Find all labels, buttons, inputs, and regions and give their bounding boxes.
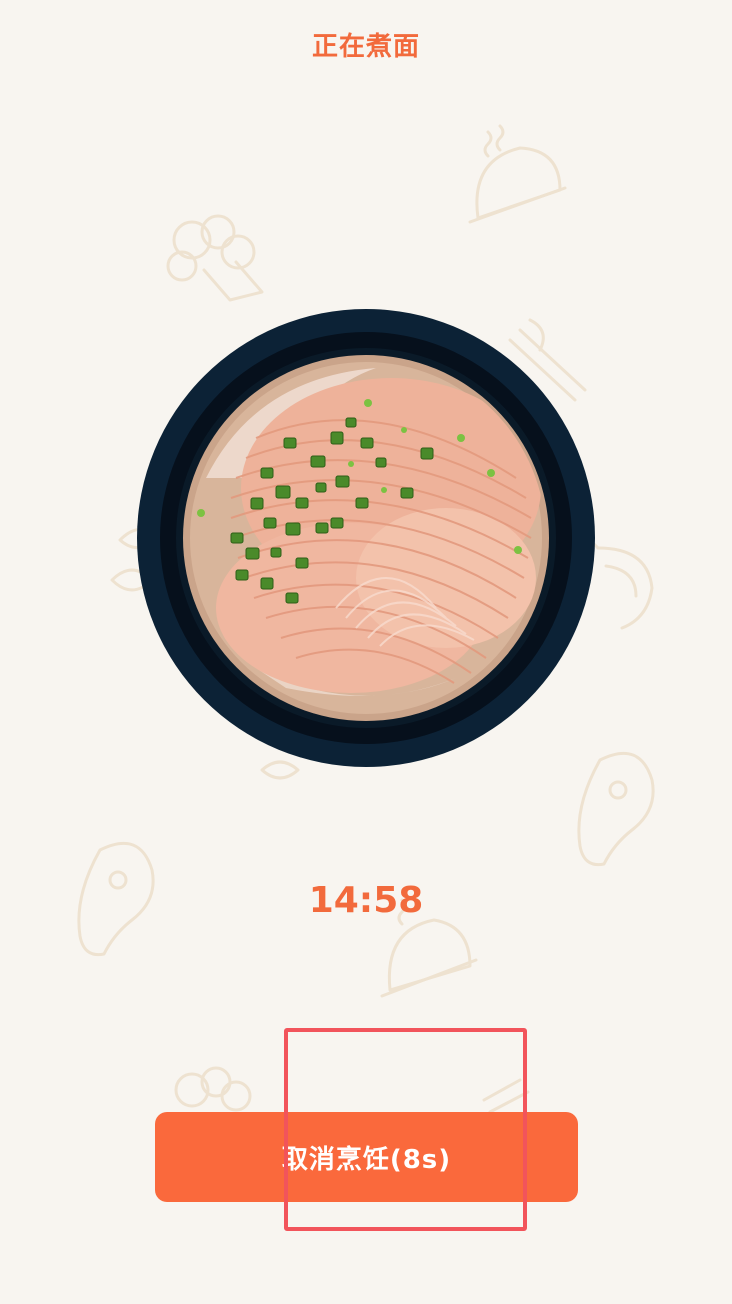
broccoli-icon [174,1066,252,1112]
broccoli-icon [166,214,264,302]
cloche-icon [468,124,567,224]
cancel-cooking-button[interactable]: 取消烹饪(8s) [155,1112,578,1202]
shrimp-icon [586,536,654,630]
page-title: 正在煮面 [311,32,420,62]
steak-icon [577,751,655,867]
knife-fork-icon [482,1078,530,1114]
noodle-bowl-icon [136,308,596,768]
cooking-timer: 14:58 [308,880,424,921]
